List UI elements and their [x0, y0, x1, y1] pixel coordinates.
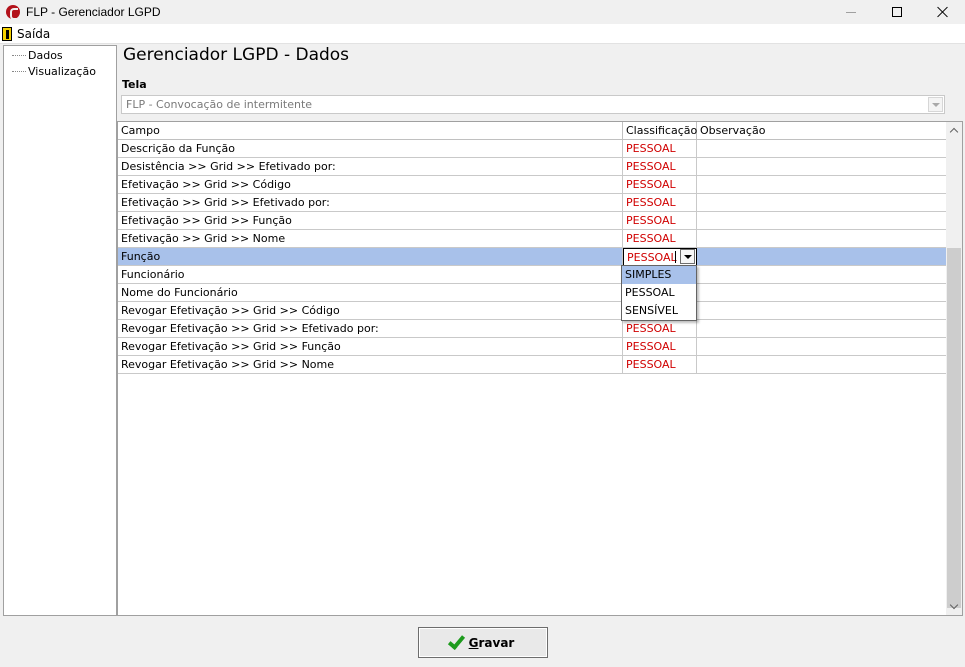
save-label-rest: ravar: [478, 635, 515, 650]
dropdown-option-pessoal[interactable]: PESSOAL: [622, 284, 696, 302]
cell-observacao[interactable]: [697, 158, 962, 176]
cell-observacao[interactable]: [697, 356, 962, 374]
cell-campo[interactable]: Efetivação >> Grid >> Função: [118, 212, 623, 230]
close-icon: [937, 6, 949, 18]
cell-classificacao[interactable]: PESSOAL: [623, 356, 697, 374]
window-title: FLP - Gerenciador LGPD: [26, 5, 161, 19]
minimize-button[interactable]: [828, 0, 874, 24]
tree-item-label: Visualização: [28, 65, 96, 78]
column-header-campo[interactable]: Campo: [118, 122, 623, 140]
classification-edit-value: PESSOAL: [627, 251, 677, 264]
tree-item-dados[interactable]: Dados: [4, 48, 63, 63]
cell-campo[interactable]: Revogar Efetivação >> Grid >> Função: [118, 338, 623, 356]
cell-observacao[interactable]: [697, 194, 962, 212]
cell-classificacao[interactable]: PESSOAL: [623, 230, 697, 248]
cell-campo[interactable]: Nome do Funcionário: [118, 284, 623, 302]
cell-campo[interactable]: Revogar Efetivação >> Grid >> Efetivado …: [118, 320, 623, 338]
table-row[interactable]: Revogar Efetivação >> Grid >> Código: [118, 302, 962, 320]
cell-classificacao[interactable]: PESSOAL: [623, 338, 697, 356]
dropdown-option-sensivel[interactable]: SENSÍVEL: [622, 302, 696, 320]
scroll-up-button[interactable]: [946, 122, 962, 138]
table-row[interactable]: Revogar Efetivação >> Grid >> Nome PESSO…: [118, 356, 962, 374]
menu-bar: Saída: [0, 24, 965, 44]
table-row[interactable]: Nome do Funcionário: [118, 284, 962, 302]
cell-observacao[interactable]: [697, 266, 962, 284]
classification-dropdown-button[interactable]: [680, 249, 695, 264]
scroll-thumb[interactable]: [947, 248, 961, 608]
cell-observacao[interactable]: [697, 212, 962, 230]
cell-observacao[interactable]: [697, 140, 962, 158]
cell-campo[interactable]: Descrição da Função: [118, 140, 623, 158]
tela-select-value: FLP - Convocação de intermitente: [126, 98, 313, 111]
menu-exit[interactable]: Saída: [2, 26, 50, 42]
page-title: Gerenciador LGPD - Dados: [123, 45, 350, 65]
classification-dropdown-list: SIMPLES PESSOAL SENSÍVEL: [621, 265, 697, 321]
chevron-down-icon: [683, 254, 692, 259]
tree-item-visualizacao[interactable]: Visualização: [4, 64, 96, 79]
column-header-classificacao[interactable]: Classificação: [623, 122, 697, 140]
cell-classificacao[interactable]: PESSOAL: [623, 140, 697, 158]
cell-classificacao[interactable]: PESSOAL: [623, 212, 697, 230]
tela-dropdown-button[interactable]: [928, 97, 943, 112]
cell-campo[interactable]: Revogar Efetivação >> Grid >> Código: [118, 302, 623, 320]
cell-observacao[interactable]: [697, 284, 962, 302]
cell-observacao[interactable]: [697, 176, 962, 194]
cell-observacao[interactable]: [697, 230, 962, 248]
menu-exit-label: Saída: [17, 27, 51, 41]
cell-observacao[interactable]: [697, 338, 962, 356]
tela-label: Tela: [122, 78, 147, 91]
cell-campo[interactable]: Efetivação >> Grid >> Código: [118, 176, 623, 194]
data-grid[interactable]: Campo Classificação Observação Descrição…: [117, 121, 963, 616]
save-accelerator-key: G: [468, 635, 479, 650]
chevron-up-icon: [949, 127, 959, 137]
cell-campo[interactable]: Efetivação >> Grid >> Nome: [118, 230, 623, 248]
tela-select[interactable]: FLP - Convocação de intermitente: [121, 95, 945, 114]
chevron-down-icon: [949, 600, 959, 610]
cell-campo[interactable]: Revogar Efetivação >> Grid >> Nome: [118, 356, 623, 374]
maximize-button[interactable]: [874, 0, 920, 24]
cell-classificacao[interactable]: PESSOAL: [623, 194, 697, 212]
tree-connector: [12, 71, 26, 72]
table-row-selected[interactable]: Função PESSOAL: [118, 248, 962, 266]
tree-connector: [12, 55, 26, 56]
scroll-down-button[interactable]: [946, 599, 962, 615]
cell-campo[interactable]: Efetivação >> Grid >> Efetivado por:: [118, 194, 623, 212]
cell-classificacao[interactable]: PESSOAL: [623, 320, 697, 338]
cell-campo[interactable]: Desistência >> Grid >> Efetivado por:: [118, 158, 623, 176]
save-button-label: Gravar: [469, 636, 515, 650]
minimize-icon: [846, 11, 856, 13]
grid-vertical-scrollbar[interactable]: [946, 122, 962, 615]
navigation-tree: Dados Visualização: [3, 45, 117, 616]
close-button[interactable]: [920, 0, 965, 24]
text-caret: [675, 251, 676, 263]
tree-item-label: Dados: [28, 49, 63, 62]
table-row[interactable]: Efetivação >> Grid >> Efetivado por: PES…: [118, 194, 962, 212]
cell-classificacao[interactable]: PESSOAL: [623, 158, 697, 176]
checkmark-icon: [447, 631, 465, 650]
table-row[interactable]: Revogar Efetivação >> Grid >> Função PES…: [118, 338, 962, 356]
cell-campo[interactable]: Função: [118, 248, 623, 266]
table-row[interactable]: Revogar Efetivação >> Grid >> Efetivado …: [118, 320, 962, 338]
table-row[interactable]: Efetivação >> Grid >> Código PESSOAL: [118, 176, 962, 194]
table-row[interactable]: Descrição da Função PESSOAL: [118, 140, 962, 158]
cell-classificacao[interactable]: PESSOAL: [623, 176, 697, 194]
table-row[interactable]: Efetivação >> Grid >> Função PESSOAL: [118, 212, 962, 230]
cell-observacao[interactable]: [697, 320, 962, 338]
chevron-down-icon: [931, 102, 940, 107]
app-logo-icon: [6, 5, 20, 20]
dropdown-option-simples[interactable]: SIMPLES: [622, 266, 696, 284]
maximize-icon: [892, 7, 902, 17]
save-button[interactable]: Gravar: [418, 627, 548, 658]
table-row[interactable]: Desistência >> Grid >> Efetivado por: PE…: [118, 158, 962, 176]
table-row[interactable]: Efetivação >> Grid >> Nome PESSOAL: [118, 230, 962, 248]
table-row[interactable]: Funcionário: [118, 266, 962, 284]
exit-door-icon: [2, 27, 12, 41]
column-header-observacao[interactable]: Observação: [697, 122, 948, 140]
cell-campo[interactable]: Funcionário: [118, 266, 623, 284]
grid-header: Campo Classificação Observação: [118, 122, 948, 140]
title-bar[interactable]: FLP - Gerenciador LGPD: [0, 0, 965, 24]
cell-observacao[interactable]: [697, 302, 962, 320]
cell-observacao[interactable]: [697, 248, 962, 266]
